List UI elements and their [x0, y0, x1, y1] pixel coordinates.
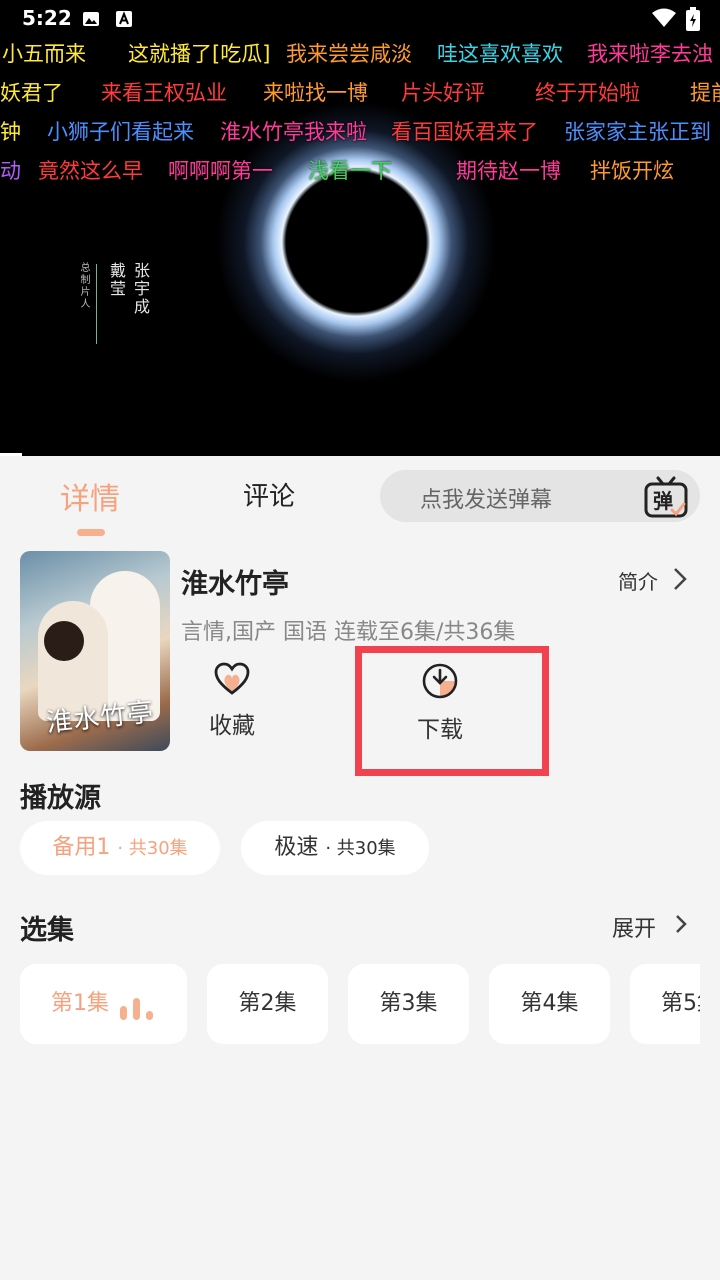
- tab-bar: 详情 评论 点我发送弹幕 弹: [0, 456, 720, 544]
- danmaku-comment: 竟然这么早: [38, 159, 143, 183]
- episode-label: 第2集: [238, 991, 297, 1016]
- danmaku-comment: 淮水竹亭我来啦: [220, 120, 367, 144]
- intro-link[interactable]: 简介: [618, 566, 658, 595]
- source-name: 备用1: [52, 835, 111, 860]
- danmaku-comment: 我来尝尝咸淡: [286, 42, 412, 66]
- poster-figure: [44, 621, 84, 661]
- danmaku-comment: 终于开始啦: [535, 81, 640, 105]
- danmaku-comment: 来啦找一博: [263, 81, 368, 105]
- danmaku-comment: 我来啦李去浊: [587, 42, 713, 66]
- play-source-title: 播放源: [20, 783, 101, 814]
- danmaku-comment: 张家家主张正到: [564, 120, 711, 144]
- tab-detail-indicator: [77, 529, 105, 536]
- credit-name-2: 戴莹: [107, 262, 126, 298]
- wifi-icon: [651, 7, 677, 34]
- download-highlight-box: [355, 646, 549, 776]
- source-name: 极速: [274, 835, 319, 860]
- source-chip-backup1[interactable]: 备用1 · 共30集: [20, 821, 220, 875]
- episode-button[interactable]: 第3集: [348, 964, 469, 1044]
- credit-role: 总制片人: [78, 262, 89, 310]
- show-title: 淮水竹亭: [181, 569, 289, 600]
- danmaku-send-icon[interactable]: 弹: [644, 476, 688, 518]
- episode-button[interactable]: 第4集: [489, 964, 610, 1044]
- font-notification-icon: [115, 9, 133, 27]
- svg-text:弹: 弹: [653, 489, 673, 513]
- source-count: · 共30集: [117, 838, 188, 859]
- source-count: · 共30集: [325, 838, 396, 859]
- video-letterbox: [0, 396, 720, 456]
- credit-divider: [96, 264, 97, 344]
- now-playing-icon: [120, 996, 156, 1020]
- status-time: 5:22: [22, 6, 72, 30]
- danmaku-comment: 小狮子们看起来: [47, 120, 194, 144]
- danmaku-comment: 动: [0, 159, 21, 183]
- danmaku-comment: 期待赵一博: [456, 159, 561, 183]
- danmaku-comment: 拌饭开炫: [590, 159, 674, 183]
- danmaku-comment: 来看王权弘业: [101, 81, 227, 105]
- danmaku-comment: 浅看一下: [308, 159, 392, 183]
- danmaku-input-placeholder: 点我发送弹幕: [420, 488, 553, 513]
- image-notification-icon: [82, 9, 100, 27]
- favorite-label: 收藏: [209, 713, 255, 739]
- danmaku-comment: 这就播了[吃瓜]: [128, 42, 271, 66]
- credit-name-1: 张宇成: [131, 262, 150, 316]
- tab-comment[interactable]: 评论: [243, 476, 295, 513]
- danmaku-comment: 片头好评: [401, 81, 485, 105]
- video-player[interactable]: 总制片人 戴莹 张宇成 小五而来 这就播了[吃瓜] 我来尝尝咸淡 哇这喜欢喜欢 …: [0, 0, 720, 456]
- chevron-right-icon[interactable]: [674, 913, 688, 939]
- episode-button[interactable]: 第1集: [20, 964, 187, 1044]
- heart-icon: [214, 662, 250, 695]
- danmaku-comment: 小五而来: [2, 42, 86, 66]
- status-bar: 5:22: [0, 0, 720, 36]
- episode-label: 第3集: [379, 991, 438, 1016]
- danmaku-comment: 哇这喜欢喜欢: [437, 42, 563, 66]
- danmaku-comment: 提前: [690, 81, 720, 105]
- episode-label: 第5集: [661, 991, 700, 1016]
- danmaku-comment: 妖君了: [0, 81, 63, 105]
- danmaku-comment: 钟: [0, 120, 21, 144]
- favorite-button[interactable]: 收藏: [172, 662, 292, 740]
- source-chip-fast[interactable]: 极速 · 共30集: [241, 821, 429, 875]
- episode-button[interactable]: 第5集: [630, 964, 700, 1044]
- danmaku-input[interactable]: 点我发送弹幕 弹: [380, 470, 700, 522]
- danmaku-comment: 啊啊啊第一: [168, 159, 273, 183]
- episode-label: 第4集: [520, 991, 579, 1016]
- episode-list: 第1集 第2集 第3集 第4集 第5集: [0, 964, 700, 1044]
- expand-link[interactable]: 展开: [612, 911, 656, 943]
- tab-detail[interactable]: 详情: [60, 474, 120, 518]
- episode-button[interactable]: 第2集: [207, 964, 328, 1044]
- chevron-right-icon[interactable]: [672, 566, 688, 596]
- show-poster[interactable]: 淮水竹亭: [20, 551, 170, 751]
- episode-label: 第1集: [51, 991, 109, 1016]
- danmaku-comment: 看百国妖君来了: [391, 120, 538, 144]
- episodes-title: 选集: [20, 915, 74, 946]
- show-meta: 言情,国产 国语 连载至6集/共36集: [181, 620, 516, 645]
- battery-icon: [686, 7, 700, 36]
